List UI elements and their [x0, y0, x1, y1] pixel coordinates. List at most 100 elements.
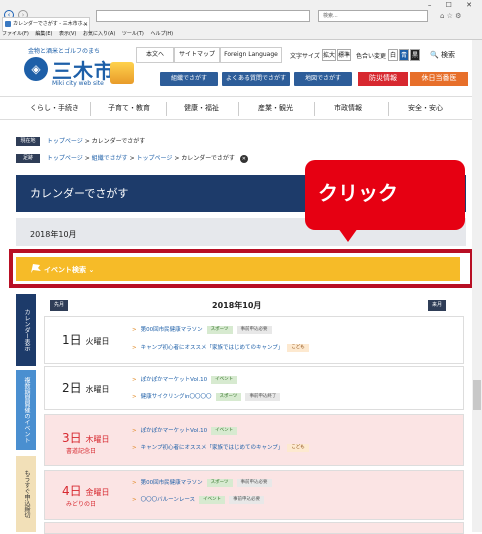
- breadcrumb-label: 現在地: [16, 137, 40, 146]
- history-label: 足跡: [16, 154, 40, 163]
- nav-safety[interactable]: 安全・安心: [408, 103, 443, 113]
- site-search-button[interactable]: 🔍 検索: [430, 50, 455, 60]
- color-black-button[interactable]: 黒: [410, 49, 420, 61]
- breadcrumb-current: カレンダーでさがす: [91, 138, 146, 145]
- tag-badge: イベント: [211, 375, 238, 384]
- holiday-doctor-button[interactable]: 休日当番医: [410, 72, 468, 86]
- foreign-language-link[interactable]: Foreign Language: [220, 47, 282, 63]
- nav-living[interactable]: くらし・手続き: [30, 103, 79, 113]
- tag-badge: 事前申込必要: [229, 495, 265, 504]
- chevron-down-icon: ⌄: [88, 266, 95, 274]
- find-by-organization-button[interactable]: 組織でさがす: [160, 72, 218, 86]
- page-title: カレンダーでさがす: [30, 187, 129, 200]
- event-link[interactable]: > 第00回市民健康マラソン スポーツ 事前申込必要: [132, 478, 272, 487]
- logo-catchphrase: 金物と酒米とゴルフのまち: [28, 48, 101, 55]
- nav-divider: [90, 102, 91, 116]
- event-search-label: イベント検索 ⌄: [44, 266, 95, 274]
- color-change-label: 色合い変更: [356, 53, 387, 60]
- nav-health[interactable]: 健康・福祉: [184, 103, 219, 113]
- city-emblem-icon[interactable]: ◈: [24, 57, 48, 81]
- page-scrollbar[interactable]: [472, 40, 482, 532]
- callout-pointer: [338, 228, 358, 242]
- tag-badge: スポーツ: [206, 478, 233, 487]
- browser-toolbar: ‹ › 検索... ⌂ ☆ ⚙ – ☐ ✕ カレンダーでさがす - 三木市ホ… …: [0, 0, 482, 40]
- tag-badge: 事前申込終了: [245, 392, 281, 401]
- menu-file[interactable]: ファイル(F): [2, 31, 29, 37]
- color-blue-button[interactable]: 青: [399, 49, 409, 61]
- tag-badge: イベント: [211, 426, 238, 435]
- day-number: 2日 水曜日: [62, 381, 110, 395]
- tag-badge: イベント: [199, 495, 226, 504]
- tab-calendar-view[interactable]: カレンダー表示: [16, 294, 36, 366]
- breadcrumb-top-link[interactable]: トップページ: [47, 138, 83, 145]
- sitemap-link[interactable]: サイトマップ: [174, 47, 220, 63]
- event-link[interactable]: > キャンプ初心者にオススメ「家族ではじめてのキャンプ」 こども: [132, 343, 309, 352]
- font-size-larger-button[interactable]: 拡大: [322, 49, 336, 61]
- history-link[interactable]: トップページ: [47, 155, 83, 162]
- clear-history-icon[interactable]: ✕: [239, 155, 248, 163]
- address-bar[interactable]: [96, 10, 310, 22]
- main-navigation: くらし・手続き 子育て・教育 健康・福祉 産業・観光 市政情報 安全・安心: [0, 96, 482, 120]
- menu-bar: ファイル(F) 編集(E) 表示(V) お気に入り(A) ツール(T) ヘルプ(…: [2, 30, 178, 37]
- menu-tools[interactable]: ツール(T): [122, 31, 144, 37]
- event-link[interactable]: > 〇〇〇バルーンレース イベント 事前申込必要: [132, 495, 265, 504]
- tag-badge: 事前申込必要: [236, 478, 272, 487]
- find-by-map-button[interactable]: 地図でさがす: [294, 72, 352, 86]
- scrollbar-thumb[interactable]: [473, 380, 481, 410]
- favicon-icon: [5, 21, 11, 27]
- event-link[interactable]: > ぽかぽかマーケットVol.10 イベント: [132, 426, 238, 435]
- prev-month-button[interactable]: 先月: [50, 300, 68, 311]
- font-size-standard-button[interactable]: 標準: [337, 49, 351, 61]
- history-link[interactable]: 組織でさがす: [92, 155, 128, 162]
- history-link[interactable]: トップページ: [137, 155, 173, 162]
- callout-text: クリック: [318, 181, 398, 205]
- nav-industry[interactable]: 産業・観光: [258, 103, 293, 113]
- event-link[interactable]: > 第00回市民健康マラソン スポーツ 事前申込必要: [132, 325, 272, 334]
- nav-city-info[interactable]: 市政情報: [334, 103, 362, 113]
- tab-multi-day-events[interactable]: 複数期間開催のイベント: [16, 370, 36, 450]
- skip-to-content-link[interactable]: 本文へ: [136, 47, 174, 63]
- menu-view[interactable]: 表示(V): [59, 31, 76, 37]
- menu-favorites[interactable]: お気に入り(A): [83, 31, 115, 37]
- breadcrumb: 現在地 トップページ > カレンダーでさがす: [16, 136, 145, 146]
- history-current: カレンダーでさがす: [181, 155, 235, 162]
- tab-title: カレンダーでさがす - 三木市ホ…: [13, 21, 88, 27]
- tag-badge: こども: [287, 443, 309, 452]
- home-icon[interactable]: ⌂ ☆ ⚙: [440, 12, 461, 20]
- history-trail: 足跡 トップページ > 組織でさがす > トップページ > カレンダーでさがす …: [16, 153, 248, 163]
- disaster-info-button[interactable]: 防災情報: [358, 72, 408, 86]
- tab-deadline-soon[interactable]: もうすぐ申込締切: [16, 456, 36, 532]
- flag-icon: [31, 264, 41, 273]
- search-icon: 🔍: [430, 51, 439, 59]
- tag-badge: 事前申込必要: [236, 325, 272, 334]
- logo-illustration: [110, 62, 134, 84]
- site-search-label: 検索: [440, 51, 455, 59]
- nav-divider: [388, 102, 389, 116]
- holiday-note: みどりの日: [66, 501, 97, 508]
- calendar-day-row: [44, 522, 464, 534]
- event-link[interactable]: > キャンプ初心者にオススメ「家族ではじめてのキャンプ」 こども: [132, 443, 309, 452]
- month-label: 2018年10月: [30, 230, 77, 239]
- calendar-title: 2018年10月: [212, 301, 262, 310]
- menu-edit[interactable]: 編集(E): [35, 31, 52, 37]
- logo-english: Miki city web site: [52, 80, 104, 87]
- nav-divider: [314, 102, 315, 116]
- tag-badge: スポーツ: [215, 392, 242, 401]
- nav-divider: [238, 102, 239, 116]
- event-link[interactable]: > 健康サイクリングin〇〇〇〇 スポーツ 事前申込終了: [132, 392, 281, 401]
- browser-tab[interactable]: カレンダーでさがす - 三木市ホ… ×: [2, 17, 90, 31]
- nav-divider: [166, 102, 167, 116]
- font-size-label: 文字サイズ: [290, 53, 320, 60]
- day-number: 1日 火曜日: [62, 333, 110, 347]
- find-by-faq-button[interactable]: よくある質問でさがす: [222, 72, 290, 86]
- nav-childcare[interactable]: 子育て・教育: [108, 103, 150, 113]
- color-white-button[interactable]: 白: [388, 49, 398, 61]
- event-link[interactable]: > ぽかぽかマーケットVol.10 イベント: [132, 375, 238, 384]
- next-month-button[interactable]: 来月: [428, 300, 446, 311]
- window-controls[interactable]: – ☐ ✕: [428, 1, 478, 9]
- day-number: 3日 木曜日: [62, 431, 110, 445]
- menu-help[interactable]: ヘルプ(H): [150, 31, 173, 37]
- browser-search-input[interactable]: 検索...: [318, 10, 428, 22]
- holiday-note: 書道記念日: [66, 448, 97, 455]
- tag-badge: こども: [287, 343, 309, 352]
